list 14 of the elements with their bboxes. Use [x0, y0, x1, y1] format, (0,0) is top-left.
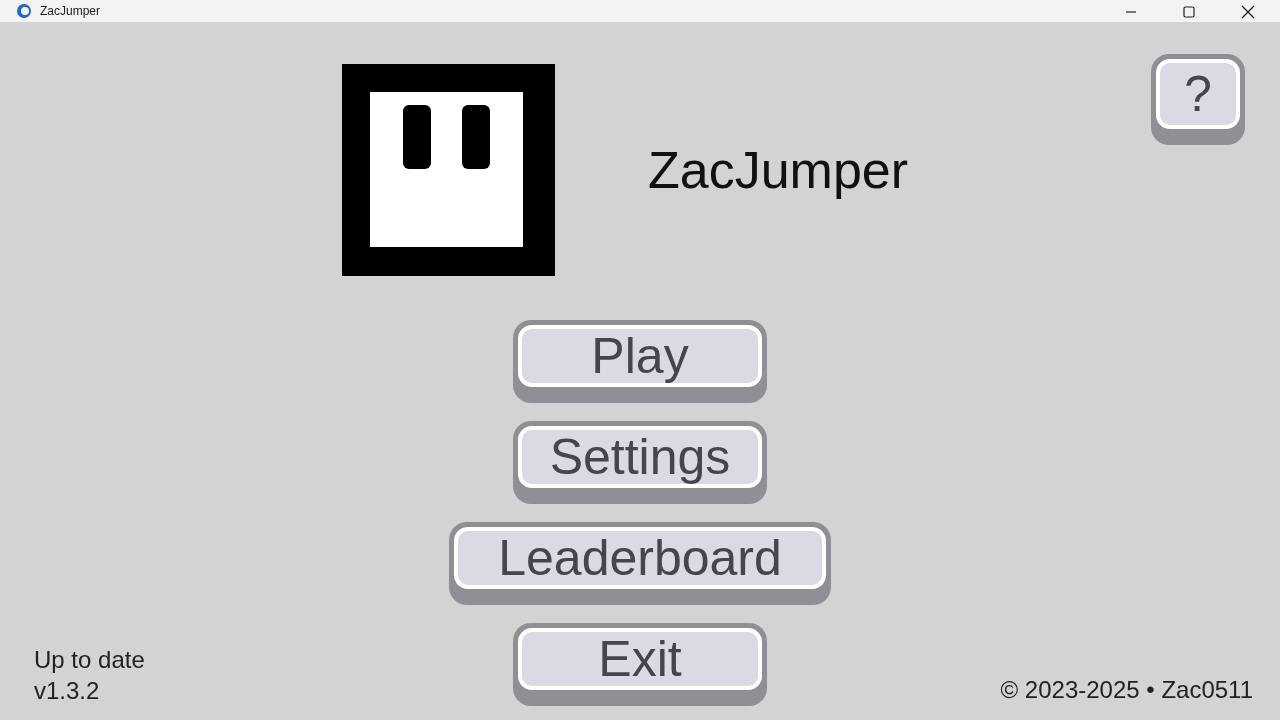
menu-button[interactable]: Settings	[513, 421, 767, 504]
copyright-text: © 2023-2025 • Zac0511	[1000, 675, 1253, 705]
close-icon[interactable]	[1241, 5, 1255, 19]
menu-button[interactable]: Play	[513, 320, 767, 403]
help-button[interactable]: ?	[1151, 54, 1245, 145]
version-label: v1.3.2	[34, 676, 101, 706]
app-icon	[16, 3, 32, 19]
logo-icon	[342, 64, 555, 276]
app-title: ZacJumper	[648, 140, 909, 201]
window-title: ZacJumper	[40, 3, 101, 19]
update-status: Up to date	[34, 645, 146, 675]
menu-button[interactable]: Leaderboard	[449, 522, 831, 605]
menu-button[interactable]: Exit	[513, 623, 767, 706]
maximize-icon[interactable]	[1183, 6, 1195, 18]
